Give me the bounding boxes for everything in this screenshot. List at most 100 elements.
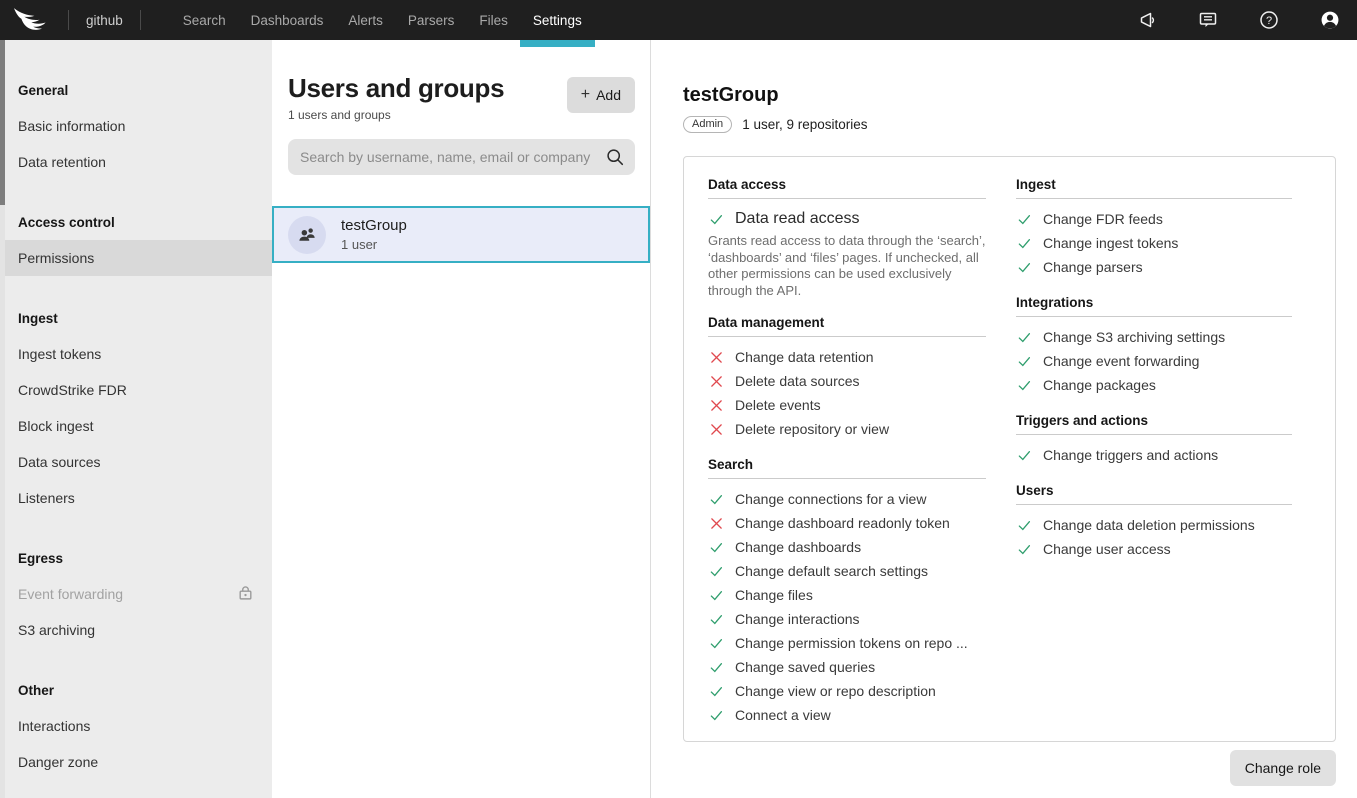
group-list: testGroup1 user [272, 206, 650, 263]
permission-row: Change parsers [1016, 255, 1292, 279]
account-icon[interactable] [1319, 9, 1341, 31]
group-list-item[interactable]: testGroup1 user [272, 206, 650, 263]
permission-row: Delete repository or view [708, 417, 986, 441]
sidebar-item-data-retention[interactable]: Data retention [0, 144, 272, 180]
check-icon [708, 708, 724, 723]
permission-label: Change default search settings [735, 563, 928, 579]
permission-row: Change ingest tokens [1016, 231, 1292, 255]
sidebar-item-ingest-tokens[interactable]: Ingest tokens [0, 336, 272, 372]
check-icon [708, 564, 724, 579]
nav-item-parsers[interactable]: Parsers [408, 0, 455, 40]
sidebar-section-general: General Basic information Data retention [0, 72, 272, 180]
sidebar-item-interactions[interactable]: Interactions [0, 708, 272, 744]
group-item-text: testGroup1 user [341, 217, 407, 252]
svg-text:?: ? [1266, 15, 1272, 27]
sidebar-item-danger-zone[interactable]: Danger zone [0, 744, 272, 780]
permissions-column: Data accessData read accessGrants read a… [708, 177, 986, 727]
nav-divider [68, 10, 69, 30]
sidebar-section-title: Ingest [0, 300, 272, 336]
x-icon [708, 351, 724, 364]
check-icon [1016, 542, 1032, 557]
permission-section-title: Data access [708, 177, 986, 199]
permission-row: Data read access [708, 207, 986, 231]
add-button[interactable]: + Add [567, 77, 635, 113]
permission-section-title: Triggers and actions [1016, 413, 1292, 435]
scrollbar-thumb[interactable] [0, 40, 5, 205]
change-role-button[interactable]: Change role [1230, 750, 1336, 786]
check-icon [1016, 330, 1032, 345]
permission-label: Data read access [735, 210, 860, 228]
sidebar-section-title: General [0, 72, 272, 108]
permission-row: Change default search settings [708, 559, 986, 583]
permission-section-title: Users [1016, 483, 1292, 505]
permission-label: Change saved queries [735, 659, 875, 675]
detail-footer: Change role [683, 750, 1336, 786]
permission-label: Change parsers [1043, 259, 1143, 275]
permission-row: Change data deletion permissions [1016, 513, 1292, 537]
permission-row: Delete data sources [708, 369, 986, 393]
repository-name[interactable]: github [86, 13, 123, 28]
sidebar-item-label: Danger zone [18, 754, 98, 770]
x-icon [708, 375, 724, 388]
sidebar-item-event-forwarding[interactable]: Event forwarding [0, 576, 272, 612]
nav-item-label: Alerts [348, 13, 383, 28]
permission-row: Change data retention [708, 345, 986, 369]
permission-label: Connect a view [735, 707, 831, 723]
users-groups-header: Users and groups 1 users and groups + Ad… [288, 40, 635, 122]
sidebar-section-title: Egress [0, 540, 272, 576]
group-name: testGroup [341, 217, 407, 234]
sidebar-section-other: OtherInteractionsDanger zone [0, 672, 272, 780]
permission-section-triggers-and-actions: Triggers and actions Change triggers and … [1016, 413, 1292, 467]
sidebar-item-block-ingest[interactable]: Block ingest [0, 408, 272, 444]
sidebar-section-title: Access control [0, 204, 272, 240]
nav-item-files[interactable]: Files [479, 0, 508, 40]
permission-label: Delete data sources [735, 373, 860, 389]
nav-item-label: Settings [533, 13, 582, 28]
nav-divider [140, 10, 141, 30]
crowdstrike-falcon-logo[interactable] [13, 7, 51, 33]
permission-label: Change FDR feeds [1043, 211, 1163, 227]
users-groups-panel: Users and groups 1 users and groups + Ad… [272, 40, 651, 798]
check-icon [1016, 378, 1032, 393]
sidebar-item-label: Basic information [18, 118, 125, 134]
permission-label: Change triggers and actions [1043, 447, 1218, 463]
check-icon [1016, 212, 1032, 227]
group-meta-row: Admin 1 user, 9 repositories [683, 116, 1336, 133]
nav-item-dashboards[interactable]: Dashboards [251, 0, 324, 40]
permission-label: Delete events [735, 397, 821, 413]
permission-row: Change event forwarding [1016, 349, 1292, 373]
sidebar-item-listeners[interactable]: Listeners [0, 480, 272, 516]
sidebar-item-data-sources[interactable]: Data sources [0, 444, 272, 480]
permission-row: Change files [708, 583, 986, 607]
check-icon [708, 636, 724, 651]
permission-label: Change view or repo description [735, 683, 936, 699]
permission-label: Change data deletion permissions [1043, 517, 1255, 533]
permission-section-ingest: IngestChange FDR feedsChange ingest toke… [1016, 177, 1292, 279]
help-icon[interactable]: ? [1258, 9, 1280, 31]
permission-row: Change view or repo description [708, 679, 986, 703]
nav-item-search[interactable]: Search [183, 0, 226, 40]
group-detail-panel: testGroup Admin 1 user, 9 repositories D… [652, 40, 1357, 798]
check-icon [1016, 236, 1032, 251]
permission-section-data-management: Data managementChange data retentionDele… [708, 315, 986, 441]
top-navbar: github Search Dashboards Alerts Parsers File… [0, 0, 1357, 40]
search-input[interactable] [288, 139, 635, 175]
sidebar-item-label: CrowdStrike FDR [18, 382, 127, 398]
check-icon [708, 684, 724, 699]
permission-section-data-access: Data accessData read accessGrants read a… [708, 177, 986, 299]
sidebar-item-label: Ingest tokens [18, 346, 101, 362]
group-meta: 1 user, 9 repositories [742, 117, 867, 132]
sidebar-item-permissions[interactable]: Permissions [0, 240, 272, 276]
nav-item-settings[interactable]: Settings [533, 0, 582, 40]
sidebar-item-crowdstrike-fdr[interactable]: CrowdStrike FDR [0, 372, 272, 408]
feedback-icon[interactable] [1197, 9, 1219, 31]
permission-label: Change S3 archiving settings [1043, 329, 1225, 345]
nav-item-alerts[interactable]: Alerts [348, 0, 383, 40]
sidebar-item-basic-information[interactable]: Basic information [0, 108, 272, 144]
add-button-label: Add [596, 87, 621, 103]
sidebar-item-s3-archiving[interactable]: S3 archiving [0, 612, 272, 648]
permission-section-users: UsersChange data deletion permissionsCha… [1016, 483, 1292, 561]
megaphone-icon[interactable] [1136, 9, 1158, 31]
permission-label: Change connections for a view [735, 491, 926, 507]
sidebar-section-ingest: Ingest Ingest tokens CrowdStrike FDR Block … [0, 300, 272, 516]
